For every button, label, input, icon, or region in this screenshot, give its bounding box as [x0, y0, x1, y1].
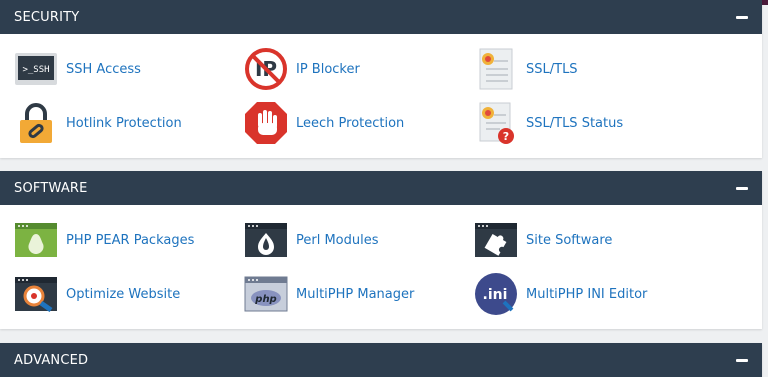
terminal-ssh-icon: >_SSH [14, 49, 58, 89]
collapse-icon[interactable] [736, 15, 748, 19]
item-label: IP Blocker [296, 61, 360, 77]
stop-hand-icon [244, 102, 288, 144]
ip-blocker-link[interactable]: IP IP Blocker [244, 42, 474, 96]
perl-modules-link[interactable]: Perl Modules [244, 213, 474, 267]
multiphp-manager-link[interactable]: php MultiPHP Manager [244, 267, 474, 321]
item-label: MultiPHP Manager [296, 286, 415, 302]
section-title: SOFTWARE [14, 180, 88, 196]
collapse-icon[interactable] [736, 358, 748, 362]
svg-text:?: ? [503, 130, 509, 143]
ip-blocker-icon: IP [244, 48, 288, 90]
php-icon: php [244, 274, 288, 314]
svg-text:>_SSH: >_SSH [22, 65, 49, 75]
item-label: SSL/TLS Status [526, 115, 624, 131]
site-software-link[interactable]: Site Software [474, 213, 704, 267]
security-header[interactable]: SECURITY [0, 0, 762, 34]
certificate-icon [474, 48, 518, 90]
security-panel: SECURITY >_SSH SSH Access IP IP Bl [0, 0, 762, 158]
php-pear-packages-link[interactable]: PHP PEAR Packages [14, 213, 244, 267]
certificate-status-icon: ? [474, 102, 518, 144]
leech-protection-link[interactable]: Leech Protection [244, 96, 474, 150]
svg-text:.ini: .ini [483, 287, 508, 303]
item-label: SSL/TLS [526, 61, 578, 77]
ssh-access-link[interactable]: >_SSH SSH Access [14, 42, 244, 96]
hotlink-protection-link[interactable]: Hotlink Protection [14, 96, 244, 150]
ssl-tls-link[interactable]: SSL/TLS [474, 42, 704, 96]
item-label: SSH Access [66, 61, 141, 77]
onion-icon [244, 220, 288, 260]
collapse-icon[interactable] [736, 186, 748, 190]
padlock-link-icon [14, 103, 58, 143]
ini-icon: .ini [474, 273, 518, 315]
section-title: ADVANCED [14, 352, 89, 368]
advanced-panel: ADVANCED [0, 343, 762, 377]
puzzle-icon [474, 220, 518, 260]
software-panel: SOFTWARE PHP PEAR Packages Perl Modules … [0, 171, 762, 329]
advanced-header[interactable]: ADVANCED [0, 343, 762, 377]
magnifier-icon [14, 274, 58, 314]
optimize-website-link[interactable]: Optimize Website [14, 267, 244, 321]
item-label: Site Software [526, 232, 613, 248]
svg-text:php: php [254, 294, 276, 305]
item-label: MultiPHP INI Editor [526, 286, 648, 302]
item-label: PHP PEAR Packages [66, 232, 195, 248]
section-title: SECURITY [14, 9, 80, 25]
item-label: Hotlink Protection [66, 115, 182, 131]
multiphp-ini-editor-link[interactable]: .ini MultiPHP INI Editor [474, 267, 704, 321]
pear-icon [14, 220, 58, 260]
software-header[interactable]: SOFTWARE [0, 171, 762, 205]
ssl-tls-status-link[interactable]: ? SSL/TLS Status [474, 96, 704, 150]
item-label: Leech Protection [296, 115, 405, 131]
item-label: Perl Modules [296, 232, 379, 248]
item-label: Optimize Website [66, 286, 181, 302]
